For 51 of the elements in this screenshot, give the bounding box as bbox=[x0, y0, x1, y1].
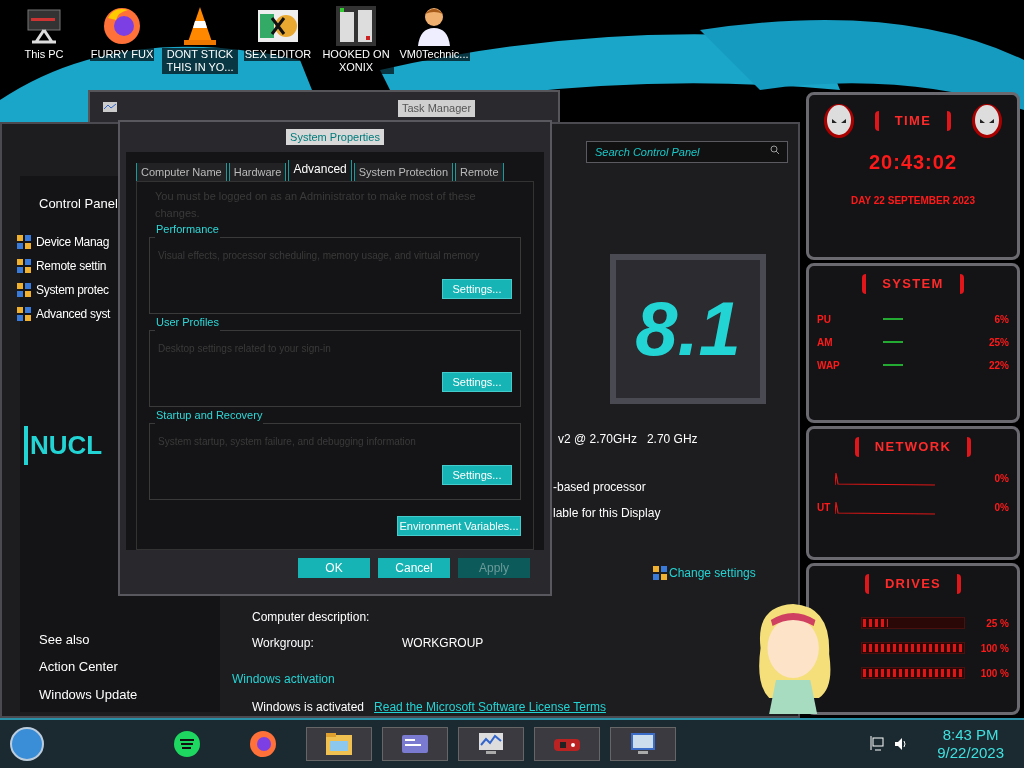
tab[interactable]: Hardware bbox=[228, 163, 287, 181]
network-value: 0% bbox=[994, 471, 1009, 486]
section-heading: Windows activation bbox=[232, 671, 336, 688]
sidebar-link[interactable]: System protec bbox=[36, 280, 109, 299]
widget-clock: 20:43:02 bbox=[868, 150, 958, 175]
drive-value: 25 % bbox=[986, 616, 1009, 631]
sidebar-link[interactable]: Remote settin bbox=[36, 256, 107, 275]
meter-value: 22% bbox=[989, 358, 1009, 373]
widget-date: DAY 22 SEPTEMBER 2023 bbox=[851, 194, 975, 208]
tab[interactable]: Computer Name bbox=[136, 163, 227, 181]
desktop-icon-label[interactable]: This PC bbox=[23, 48, 65, 61]
dialog-title: System Properties bbox=[286, 128, 384, 146]
meter-value: 6% bbox=[994, 312, 1009, 327]
window-title: Task Manager bbox=[398, 100, 476, 117]
license-link[interactable]: Read the Microsoft Software License Terms bbox=[374, 698, 606, 716]
windows-version-logo: 8.1 bbox=[635, 285, 741, 373]
drive-value: 100 % bbox=[980, 641, 1009, 656]
desktop-icon-label[interactable]: VM0Technic... bbox=[398, 48, 470, 61]
sidebar-link[interactable]: Windows Update bbox=[39, 684, 220, 704]
widget-title: NETWORK bbox=[854, 437, 972, 457]
detail-label: Workgroup: bbox=[252, 635, 315, 652]
search-field[interactable]: Search Control Panel bbox=[586, 141, 788, 163]
desktop-icon-label[interactable]: FURRY FUX bbox=[89, 48, 155, 61]
sidebar-link[interactable]: Device Manag bbox=[36, 232, 110, 251]
taskbar-date[interactable]: 9/22/2023 bbox=[937, 744, 1004, 762]
see-also-heading: See also bbox=[39, 630, 91, 649]
meter-value: 25% bbox=[989, 335, 1009, 350]
network-value: 0% bbox=[994, 500, 1009, 515]
widget-title: SYSTEM bbox=[862, 274, 964, 294]
meter-label: PU bbox=[817, 312, 832, 327]
tab[interactable]: System Protection bbox=[353, 163, 454, 181]
widget-title: DRIVES bbox=[864, 574, 962, 594]
system-type-text: -based processor bbox=[553, 479, 647, 496]
activation-status: Windows is activated bbox=[252, 699, 365, 716]
taskbar-time[interactable]: 8:43 PM bbox=[942, 726, 999, 744]
drive-value: 100 % bbox=[980, 666, 1009, 681]
tab[interactable]: Advanced bbox=[288, 160, 352, 181]
desktop-icon-label[interactable]: SEX EDITOR bbox=[243, 48, 313, 61]
detail-label: Computer description: bbox=[252, 609, 371, 626]
pen-touch-text: lable for this Display bbox=[553, 505, 662, 522]
change-settings-link[interactable]: Change settings bbox=[669, 564, 756, 582]
meter-label: AM bbox=[817, 335, 834, 350]
network-label: UT bbox=[817, 501, 831, 513]
sidebar-link[interactable]: Action Center bbox=[39, 657, 220, 677]
detail-value: WORKGROUP bbox=[402, 635, 484, 652]
meter-label: WAP bbox=[817, 358, 841, 373]
processor-text: v2 @ 2.70GHz 2.70 GHz bbox=[558, 431, 699, 448]
tab[interactable]: Remote bbox=[455, 163, 504, 181]
widget-title: TIME bbox=[874, 111, 952, 131]
desktop-icon-label[interactable]: DONT STICK THIS IN YO... bbox=[162, 48, 238, 74]
sidebar-link[interactable]: Advanced syst bbox=[36, 304, 111, 323]
